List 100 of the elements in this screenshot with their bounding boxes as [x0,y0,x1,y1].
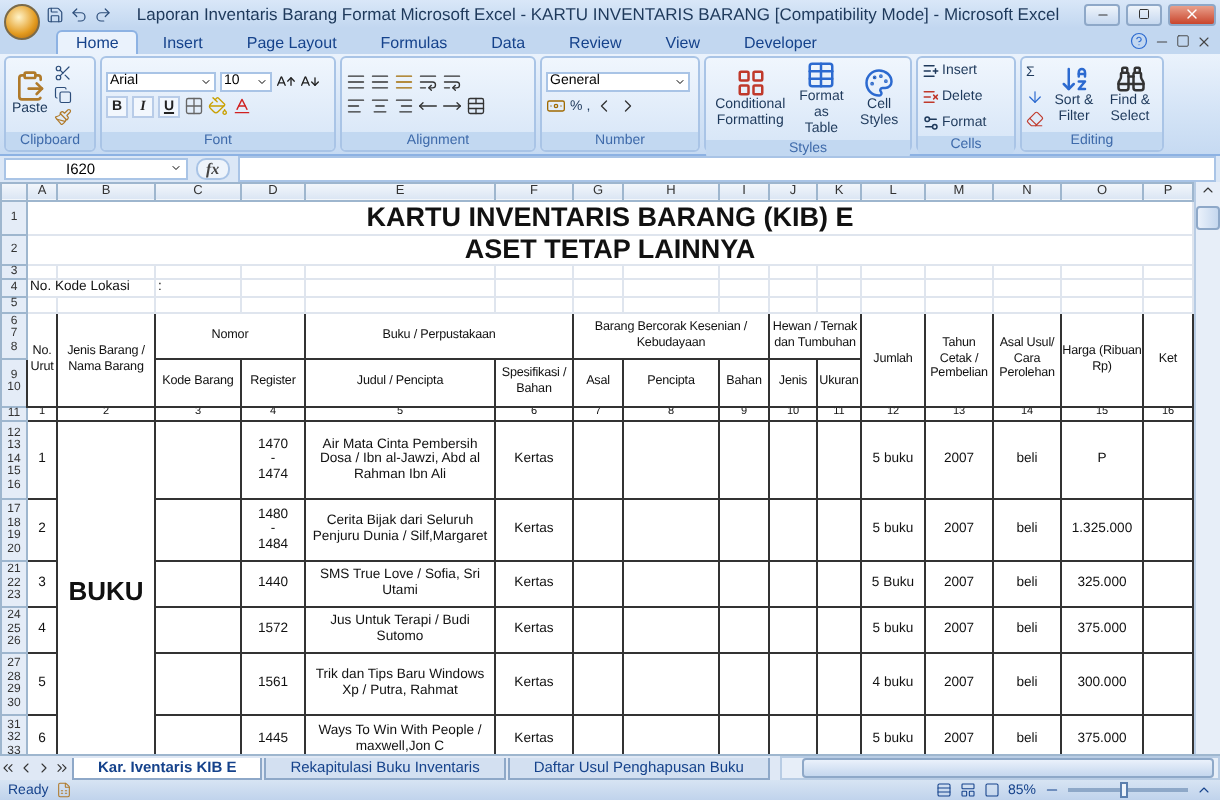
empty-cell[interactable] [719,264,769,280]
formula-input[interactable] [237,155,1216,182]
empty-cell[interactable] [925,279,993,298]
clipboard-icon [13,70,46,103]
ribbon-tab[interactable]: Data [471,29,546,54]
empty-cell[interactable] [1061,297,1143,313]
office-button[interactable] [4,4,40,40]
shrink-font-icon [300,71,320,92]
restore-icon [1176,34,1190,49]
empty-cell[interactable] [719,279,769,298]
redo-icon [94,5,112,23]
save-icon [46,5,64,23]
normal-view-icon [935,782,952,799]
settings-icon [922,113,940,132]
clear-icon [1026,109,1044,128]
merge-icon [466,96,486,117]
empty-cell[interactable] [241,297,305,313]
empty-cell[interactable] [573,297,623,313]
undo-icon [70,5,88,23]
borders-icon [184,96,204,117]
close-button[interactable] [1168,3,1216,25]
select-all-corner[interactable] [1,182,27,201]
empty-cell[interactable] [495,279,573,298]
scroll-thumb[interactable] [801,758,1214,779]
empty-cell[interactable] [241,279,305,298]
empty-cell[interactable] [305,297,495,313]
empty-cell[interactable] [817,297,861,313]
ribbon-tab[interactable]: Formulas [360,29,468,54]
empty-cell[interactable] [57,297,155,313]
palette-icon [864,67,895,98]
empty-cell[interactable] [155,297,241,313]
empty-cell[interactable] [623,264,719,280]
zoom-slider-thumb[interactable] [1120,782,1129,799]
empty-cell[interactable] [993,279,1061,298]
empty-cell[interactable] [769,279,817,298]
insert-rows-icon [922,61,940,80]
currency-icon [546,96,566,117]
empty-cell[interactable] [1061,264,1143,280]
empty-cell[interactable] [817,264,861,280]
empty-cell[interactable] [155,264,241,280]
cut-icon [53,63,72,82]
empty-cell[interactable] [719,297,769,313]
grow-font-icon [276,71,296,92]
close-icon [1196,33,1212,50]
sheet-title: KARTU INVENTARIS BARANG (KIB) E [366,202,854,232]
empty-cell[interactable] [817,279,861,298]
grid-icon [735,67,766,98]
empty-cell[interactable] [305,264,495,280]
align-top-icon [346,72,366,93]
ribbon-tab[interactable]: Insert [142,29,223,54]
sort-icon [1059,63,1089,94]
empty-cell[interactable] [573,264,623,280]
empty-cell[interactable] [925,297,993,313]
ribbon-tab[interactable]: Page Layout [226,29,357,54]
wrap-text-icon [442,72,462,93]
empty-cell[interactable] [993,297,1061,313]
align-middle-icon [370,72,390,93]
vertical-scrollbar[interactable] [1194,181,1220,755]
maximize-button[interactable] [1126,3,1162,25]
maximize-icon [1138,8,1150,20]
help-icon [1130,32,1148,51]
empty-cell[interactable] [861,279,925,298]
copy-icon [53,85,72,104]
format-painter-icon [53,107,72,126]
scroll-thumb[interactable] [1196,205,1220,230]
empty-cell[interactable] [769,297,817,313]
empty-cell[interactable] [495,264,573,280]
dropdown-caret-icon [256,75,268,88]
dropdown-caret-icon [170,162,182,175]
category-label: BUKU [68,576,144,607]
ribbon-tab[interactable]: View [645,29,720,54]
empty-cell[interactable] [861,297,925,313]
close-icon [1184,6,1200,22]
ribbon-tab[interactable]: Developer [723,29,837,54]
empty-cell[interactable] [57,264,155,280]
ribbon-tab[interactable]: Home [56,29,139,54]
empty-cell[interactable] [769,264,817,280]
dropdown-caret-icon [674,75,686,88]
empty-cell[interactable] [305,279,495,298]
font-color-icon [232,96,252,117]
empty-cell[interactable] [573,279,623,298]
align-center-icon [370,96,390,117]
align-bottom-icon [394,72,414,93]
ribbon-tab[interactable]: Review [549,29,642,54]
insert-function-button[interactable]: fx [196,157,230,180]
empty-cell[interactable] [623,279,719,298]
empty-cell[interactable] [925,264,993,280]
empty-cell[interactable] [1061,279,1143,298]
zoom-slider[interactable] [1068,788,1188,793]
empty-cell[interactable] [495,297,573,313]
empty-cell[interactable] [241,264,305,280]
last-sheet-icon [54,760,70,777]
empty-cell[interactable] [861,264,925,280]
empty-cell[interactable] [623,297,719,313]
first-sheet-icon [0,760,16,777]
horizontal-scrollbar[interactable] [779,756,1220,781]
table-icon [806,59,837,90]
empty-cell[interactable] [993,264,1061,280]
fill-icon [1026,87,1044,106]
previous-sheet-icon [18,760,34,777]
